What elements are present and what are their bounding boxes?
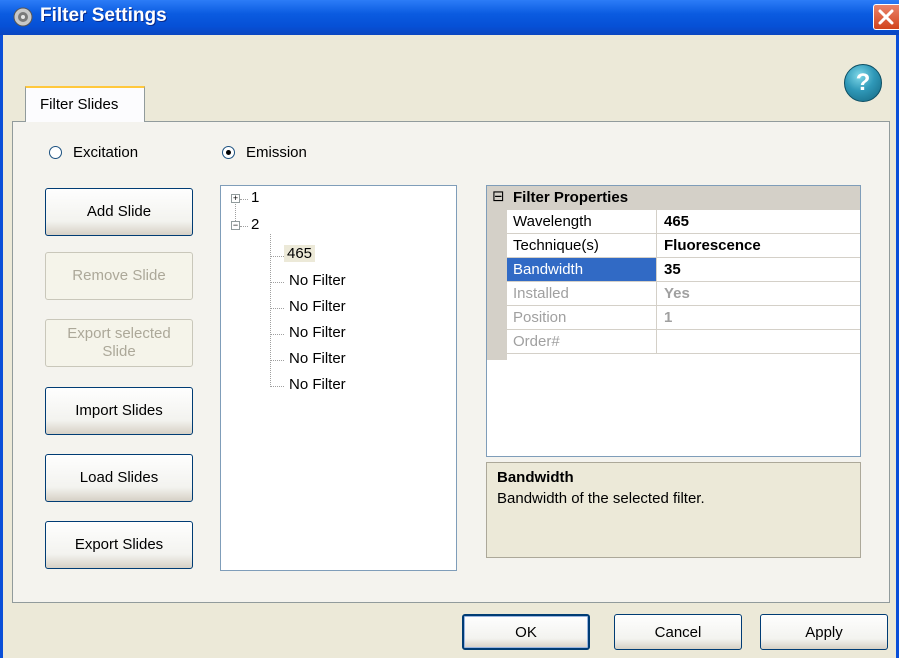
tree-line bbox=[240, 226, 248, 227]
help-icon: ? bbox=[855, 69, 871, 96]
collapse-icon[interactable]: − bbox=[231, 221, 240, 230]
property-row-installed[interactable]: Installed Yes bbox=[507, 282, 860, 306]
tree-child-no-filter[interactable]: No Filter bbox=[289, 298, 346, 315]
tree-line bbox=[270, 386, 284, 387]
grid-left-gutter bbox=[487, 210, 507, 360]
tree-child-no-filter[interactable]: No Filter bbox=[289, 272, 346, 289]
filter-properties-category[interactable]: ⊟ Filter Properties bbox=[487, 186, 860, 210]
emission-label: Emission bbox=[246, 144, 307, 161]
cancel-button[interactable]: Cancel bbox=[614, 614, 742, 650]
tab-filter-slides[interactable]: Filter Slides bbox=[25, 86, 145, 122]
property-description-panel: Bandwidth Bandwidth of the selected filt… bbox=[486, 462, 861, 558]
tree-node-2[interactable]: 2 bbox=[251, 216, 259, 233]
category-label: Filter Properties bbox=[513, 189, 629, 206]
property-value[interactable]: 35 bbox=[664, 258, 681, 281]
property-row-position[interactable]: Position 1 bbox=[507, 306, 860, 330]
property-name: Wavelength bbox=[507, 210, 657, 233]
tree-node-1[interactable]: 1 bbox=[251, 189, 259, 206]
filter-app-icon bbox=[13, 7, 33, 27]
property-row-bandwidth[interactable]: Bandwidth 35 bbox=[507, 258, 860, 282]
radio-dot bbox=[226, 150, 231, 155]
close-button[interactable] bbox=[873, 4, 899, 30]
collapse-category-icon[interactable]: ⊟ bbox=[492, 189, 505, 204]
tree-child-465[interactable]: 465 bbox=[284, 245, 316, 262]
add-slide-button[interactable]: Add Slide bbox=[45, 188, 193, 236]
radio-circle bbox=[222, 146, 235, 159]
property-name: Bandwidth bbox=[507, 258, 657, 281]
export-selected-line2: Slide bbox=[102, 343, 136, 360]
property-name: Installed bbox=[507, 282, 657, 305]
property-row-technique[interactable]: Technique(s) Fluorescence bbox=[507, 234, 860, 258]
property-value: 1 bbox=[664, 309, 673, 326]
tree-line bbox=[270, 282, 284, 283]
tree-line bbox=[240, 199, 248, 200]
property-value: Yes bbox=[664, 285, 690, 302]
tree-line bbox=[270, 334, 284, 335]
excitation-label: Excitation bbox=[73, 144, 139, 161]
tree-line bbox=[270, 308, 284, 309]
help-button[interactable]: ? bbox=[844, 64, 882, 102]
radio-circle bbox=[49, 146, 62, 159]
property-name: Order# bbox=[507, 330, 657, 353]
tree-child-no-filter[interactable]: No Filter bbox=[289, 324, 346, 341]
window-title: Filter Settings bbox=[40, 5, 167, 26]
description-title: Bandwidth bbox=[497, 469, 574, 486]
remove-slide-button[interactable]: Remove Slide bbox=[45, 252, 193, 300]
expand-icon[interactable]: + bbox=[231, 194, 240, 203]
tree-line bbox=[270, 256, 284, 257]
tree-line bbox=[270, 360, 284, 361]
property-value[interactable]: 465 bbox=[664, 210, 689, 233]
title-bar[interactable]: Filter Settings bbox=[0, 0, 899, 35]
export-selected-slide-button[interactable]: Export selected Slide bbox=[45, 319, 193, 367]
tree-child-no-filter[interactable]: No Filter bbox=[289, 350, 346, 367]
property-name: Position bbox=[507, 306, 657, 329]
close-icon bbox=[878, 9, 894, 25]
tab-filter-slides-label: Filter Slides bbox=[40, 96, 119, 113]
import-slides-button[interactable]: Import Slides bbox=[45, 387, 193, 435]
property-row-order[interactable]: Order# bbox=[507, 330, 860, 354]
export-selected-line1: Export selected bbox=[67, 325, 171, 342]
filter-properties-grid[interactable]: ⊟ Filter Properties Wavelength 465 Techn… bbox=[486, 185, 861, 457]
slides-tree[interactable]: + 1 − 2 465 No Filter No Filter No Filte… bbox=[220, 185, 457, 571]
export-slides-button[interactable]: Export Slides bbox=[45, 521, 193, 569]
apply-button[interactable]: Apply bbox=[760, 614, 888, 650]
load-slides-button[interactable]: Load Slides bbox=[45, 454, 193, 502]
ok-button[interactable]: OK bbox=[462, 614, 590, 650]
property-name: Technique(s) bbox=[507, 234, 657, 257]
property-row-wavelength[interactable]: Wavelength 465 bbox=[507, 210, 860, 234]
property-value[interactable]: Fluorescence bbox=[664, 234, 761, 257]
tree-child-no-filter[interactable]: No Filter bbox=[289, 376, 346, 393]
description-text: Bandwidth of the selected filter. bbox=[497, 490, 705, 507]
